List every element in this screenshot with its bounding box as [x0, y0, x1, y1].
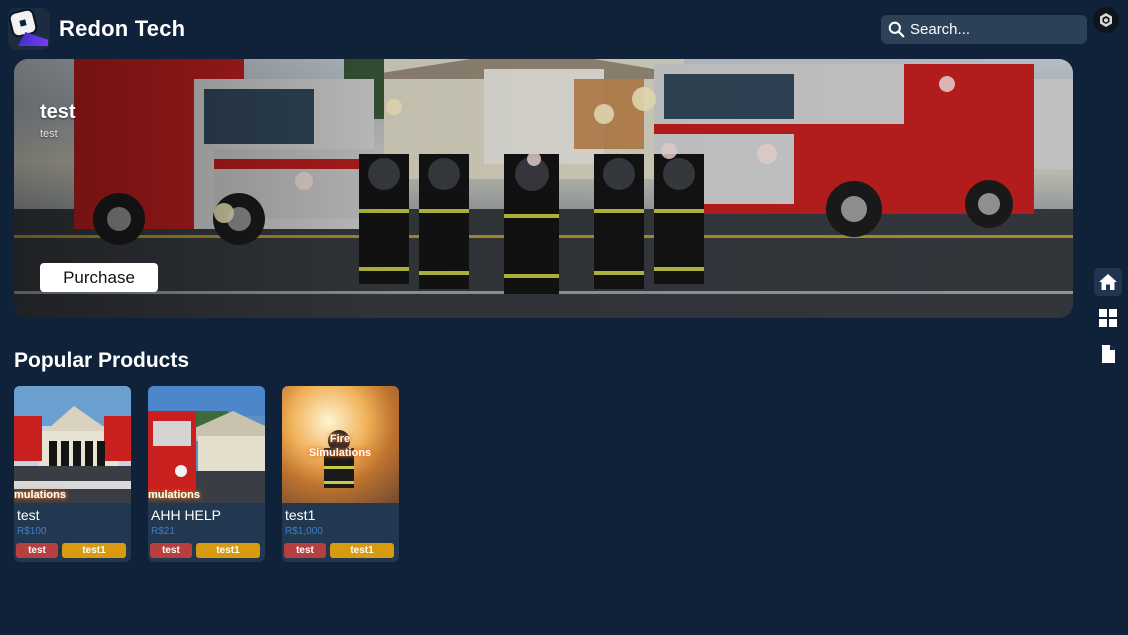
product-tags: test test1	[284, 543, 394, 558]
purchase-button[interactable]: Purchase	[40, 263, 158, 292]
search-input[interactable]	[910, 15, 1082, 44]
tag-badge: test1	[330, 543, 394, 558]
thumbnail-caption: mulations	[14, 489, 66, 501]
product-price: R$100	[17, 526, 47, 537]
roblox-logo-icon[interactable]	[8, 8, 50, 50]
product-thumbnail[interactable]: mulations	[14, 386, 131, 503]
tag-badge: test1	[62, 543, 126, 558]
product-list: mulations test R$100 test test1 mulation…	[14, 386, 399, 562]
featured-banner: test test Purchase	[14, 59, 1073, 318]
brand-title[interactable]: Redon Tech	[59, 16, 185, 42]
product-price: R$21	[151, 526, 175, 537]
product-card[interactable]: Fire Simulations test1 R$1,000 test test…	[282, 386, 399, 562]
home-icon	[1099, 274, 1117, 290]
thumbnail-caption: mulations	[148, 489, 200, 501]
tag-badge: test	[150, 543, 192, 558]
search-bar[interactable]	[881, 15, 1087, 44]
tag-badge: test	[284, 543, 326, 558]
product-name[interactable]: AHH HELP	[151, 507, 221, 523]
tag-badge: test1	[196, 543, 260, 558]
product-name[interactable]: test1	[285, 507, 315, 523]
product-tags: test test1	[16, 543, 126, 558]
product-thumbnail[interactable]: mulations	[148, 386, 265, 503]
cube-avatar-icon	[1100, 13, 1112, 27]
grid-icon	[1099, 309, 1117, 327]
thumbnail-caption: Fire Simulations	[308, 433, 372, 459]
product-tags: test test1	[150, 543, 260, 558]
product-thumbnail[interactable]: Fire Simulations	[282, 386, 399, 503]
document-icon	[1102, 345, 1115, 363]
product-card[interactable]: mulations test R$100 test test1	[14, 386, 131, 562]
banner-subtitle: test	[40, 128, 58, 140]
nav-home[interactable]	[1094, 268, 1122, 296]
nav-documents[interactable]	[1094, 340, 1122, 368]
product-name[interactable]: test	[17, 507, 40, 523]
section-title: Popular Products	[14, 349, 190, 372]
tag-badge: test	[16, 543, 58, 558]
banner-title: test	[40, 101, 76, 123]
side-navigation	[1094, 268, 1122, 376]
search-icon	[888, 21, 905, 38]
nav-products[interactable]	[1094, 304, 1122, 332]
avatar[interactable]	[1093, 7, 1119, 33]
product-price: R$1,000	[285, 526, 323, 537]
product-card[interactable]: mulations AHH HELP R$21 test test1	[148, 386, 265, 562]
